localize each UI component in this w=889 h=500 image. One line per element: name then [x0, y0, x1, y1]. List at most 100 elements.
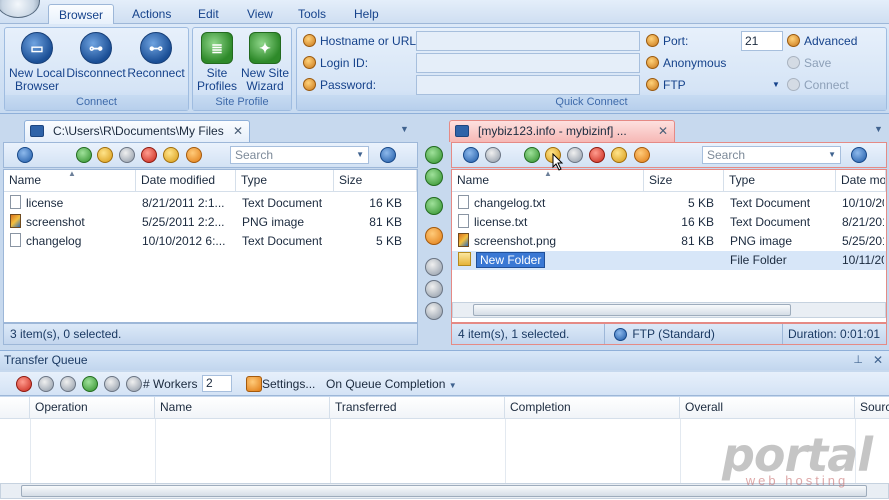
- transfer-right-icon[interactable]: [425, 146, 443, 164]
- search-icon[interactable]: [851, 147, 867, 163]
- list-item[interactable]: New Folder File Folder 10/11/20: [452, 251, 886, 270]
- list-item[interactable]: changelog.txt 5 KB Text Document 10/10/20: [452, 194, 886, 213]
- properties-icon[interactable]: [186, 147, 202, 163]
- remove-icon[interactable]: [104, 376, 120, 392]
- password-input[interactable]: [416, 75, 640, 95]
- cell-type: Text Document: [242, 234, 323, 248]
- list-item[interactable]: license.txt 16 KB Text Document 8/21/201: [452, 213, 886, 232]
- remote-pane-tab[interactable]: [mybiz123.info - mybizinf] ... ✕: [449, 120, 675, 142]
- tab-list-dropdown-icon[interactable]: ▼: [874, 124, 883, 134]
- local-pane-tab[interactable]: C:\Users\R\Documents\My Files ✕: [24, 120, 250, 142]
- cell-size: 16 KB: [369, 196, 402, 210]
- tab-help[interactable]: Help: [344, 4, 389, 25]
- sync-icon[interactable]: [425, 197, 443, 215]
- upload-icon[interactable]: [425, 227, 443, 245]
- edit-icon[interactable]: [611, 147, 627, 163]
- disconnect-button[interactable]: ⊶ Disconnect: [66, 32, 126, 80]
- start-icon[interactable]: [82, 376, 98, 392]
- queue-completion-dropdown[interactable]: On Queue Completion ▼: [326, 377, 457, 391]
- tab-view[interactable]: View: [237, 4, 283, 25]
- save-button[interactable]: Save: [787, 53, 831, 73]
- column-header-date[interactable]: Date modified: [136, 170, 236, 192]
- column-header-type[interactable]: Type: [724, 170, 836, 192]
- port-input[interactable]: 21: [741, 31, 783, 51]
- connect-icon: [787, 78, 800, 91]
- mirror-icon[interactable]: [425, 280, 443, 298]
- rename-input[interactable]: New Folder: [476, 252, 546, 268]
- column-header-operation[interactable]: Operation: [30, 397, 155, 419]
- column-header-size[interactable]: Size: [644, 170, 724, 192]
- new-site-wizard-button[interactable]: ✦ New Site Wizard: [237, 32, 293, 93]
- ftp-icon: [614, 328, 627, 342]
- transfer-left-icon[interactable]: [425, 168, 443, 186]
- tab-list-dropdown-icon[interactable]: ▼: [400, 124, 409, 134]
- search-icon[interactable]: [380, 147, 396, 163]
- pause-icon[interactable]: [60, 376, 76, 392]
- refresh-icon[interactable]: [524, 147, 540, 163]
- back-icon[interactable]: [17, 147, 33, 163]
- queue-icon[interactable]: [425, 302, 443, 320]
- cell-date: 8/21/201: [842, 215, 884, 229]
- cell-size: 81 KB: [681, 234, 714, 248]
- close-icon[interactable]: ✕: [233, 121, 243, 142]
- column-header-date[interactable]: Date mo: [836, 170, 886, 192]
- close-icon[interactable]: ✕: [658, 121, 668, 142]
- new-local-browser-button[interactable]: ▭ New Local Browser: [7, 32, 67, 93]
- list-item[interactable]: changelog 10/10/2012 6:... Text Document 5 …: [4, 232, 417, 251]
- stop-icon[interactable]: [16, 376, 32, 392]
- login-label: Login ID:: [303, 53, 368, 73]
- remote-horizontal-scrollbar[interactable]: [452, 302, 886, 318]
- list-item[interactable]: screenshot.png 81 KB PNG image 5/25/201: [452, 232, 886, 251]
- clear-icon[interactable]: [126, 376, 142, 392]
- connect-button[interactable]: Connect: [787, 75, 849, 95]
- login-input[interactable]: [416, 53, 640, 73]
- advanced-icon: [787, 34, 800, 47]
- scrollbar-thumb[interactable]: [473, 304, 791, 316]
- properties-icon[interactable]: [634, 147, 650, 163]
- column-header-name[interactable]: Name: [155, 397, 330, 419]
- rename-icon[interactable]: [119, 147, 135, 163]
- column-header-completion[interactable]: Completion: [505, 397, 680, 419]
- compare-icon[interactable]: [425, 258, 443, 276]
- column-header-source[interactable]: Sourc: [855, 397, 889, 419]
- back-icon[interactable]: [463, 147, 479, 163]
- skip-icon[interactable]: [38, 376, 54, 392]
- save-icon: [787, 56, 800, 69]
- chevron-down-icon: ▼: [772, 80, 780, 89]
- pin-icon[interactable]: ⊥: [853, 351, 863, 370]
- advanced-button[interactable]: Advanced: [787, 31, 857, 51]
- mouse-cursor-icon: [552, 153, 564, 171]
- column-header-overall[interactable]: Overall: [680, 397, 855, 419]
- workers-label: # Workers: [143, 377, 198, 391]
- anonymous-checkbox[interactable]: Anonymous: [646, 53, 726, 73]
- hostname-input[interactable]: [416, 31, 640, 51]
- new-folder-icon[interactable]: [97, 147, 113, 163]
- local-search-input[interactable]: Search ▼: [230, 146, 369, 164]
- refresh-icon[interactable]: [76, 147, 92, 163]
- column-header-transferred[interactable]: Transferred: [330, 397, 505, 419]
- protocol-select[interactable]: FTP ▼: [646, 75, 780, 95]
- delete-icon[interactable]: [589, 147, 605, 163]
- column-header-type[interactable]: Type: [236, 170, 334, 192]
- tab-browser[interactable]: Browser: [48, 4, 115, 25]
- tab-actions[interactable]: Actions: [122, 4, 181, 25]
- text-file-icon: [10, 233, 21, 247]
- reconnect-button[interactable]: ⊷ Reconnect: [126, 32, 186, 80]
- tab-tools[interactable]: Tools: [288, 4, 336, 25]
- forward-icon[interactable]: [485, 147, 501, 163]
- workers-stepper[interactable]: 2: [202, 375, 232, 392]
- remote-search-input[interactable]: Search ▼: [702, 146, 841, 164]
- rename-icon[interactable]: [567, 147, 583, 163]
- delete-icon[interactable]: [141, 147, 157, 163]
- chevron-down-icon: ▼: [356, 150, 364, 159]
- port-icon: [646, 34, 659, 47]
- chevron-down-icon: ▼: [448, 381, 457, 390]
- close-icon[interactable]: ✕: [873, 351, 883, 370]
- list-item[interactable]: screenshot 5/25/2011 2:2... PNG image 81 KB: [4, 213, 417, 232]
- tab-edit[interactable]: Edit: [188, 4, 229, 25]
- settings-button[interactable]: Settings...: [262, 377, 315, 391]
- column-header-size[interactable]: Size: [334, 170, 417, 192]
- settings-icon: [246, 376, 262, 392]
- list-item[interactable]: license 8/21/2011 2:1... Text Document 16 K…: [4, 194, 417, 213]
- edit-icon[interactable]: [163, 147, 179, 163]
